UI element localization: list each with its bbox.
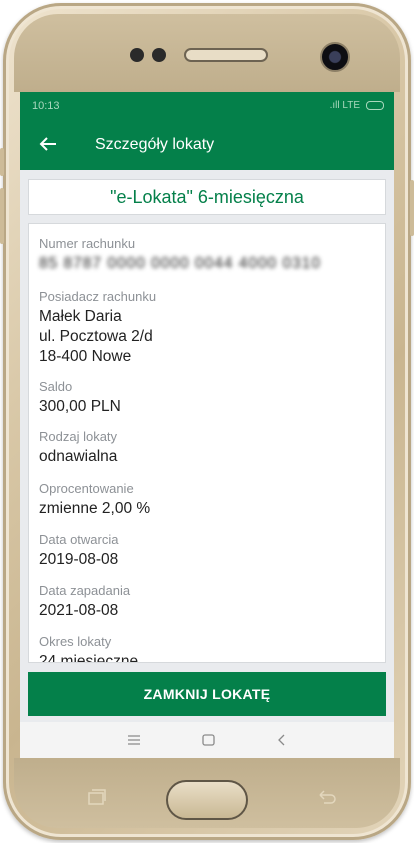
- opening-date-field: Data otwarcia 2019-08-08: [39, 532, 118, 570]
- menu-icon[interactable]: [124, 731, 144, 749]
- account-holder-street: ul. Pocztowa 2/d: [39, 328, 153, 345]
- phone-screen: 10:13 .ıll LTE Szczegóły lokaty "e-Lokat…: [20, 92, 394, 758]
- status-time: 10:13: [32, 100, 60, 112]
- account-holder-city: 18-400 Nowe: [39, 348, 132, 365]
- interest-label: Oprocentowanie: [39, 481, 134, 496]
- opening-date-label: Data otwarcia: [39, 532, 119, 547]
- square-icon[interactable]: [198, 731, 218, 749]
- deposit-details-panel[interactable]: Numer rachunku 85 8787 0000 0000 0044 40…: [28, 223, 386, 663]
- account-number-field: Numer rachunku 85 8787 0000 0000 0044 40…: [39, 236, 321, 274]
- chevron-left-icon[interactable]: [272, 731, 292, 749]
- opening-date-value: 2019-08-08: [39, 551, 119, 568]
- interest-field: Oprocentowanie zmienne 2,00 %: [39, 481, 150, 519]
- battery-icon: [366, 101, 384, 110]
- deposit-period-label: Okres lokaty: [39, 634, 112, 649]
- deposit-name: "e-Lokata" 6-miesięczna: [110, 187, 304, 207]
- recent-apps-key-icon[interactable]: [86, 788, 108, 808]
- account-holder-field: Posiadacz rachunku Małek Daria ul. Poczt…: [39, 289, 156, 367]
- volume-rocker: [0, 188, 4, 244]
- phone-top-bezel: [14, 14, 400, 92]
- deposit-period-value: 24 miesięczne: [39, 653, 139, 663]
- deposit-type-field: Rodzaj lokaty odnawialna: [39, 429, 117, 467]
- maturity-date-value: 2021-08-08: [39, 602, 119, 619]
- front-camera-icon: [320, 42, 350, 72]
- deposit-type-label: Rodzaj lokaty: [39, 429, 118, 444]
- account-holder-label: Posiadacz rachunku: [39, 289, 157, 304]
- interest-value: zmienne 2,00 %: [39, 500, 151, 517]
- page-title: Szczegóły lokaty: [95, 136, 215, 153]
- back-key-icon[interactable]: [316, 788, 338, 808]
- arrow-left-icon[interactable]: [36, 132, 60, 156]
- account-holder-name: Małek Daria: [39, 308, 122, 325]
- earpiece-speaker: [184, 48, 268, 62]
- status-bar: 10:13 .ıll LTE: [20, 92, 394, 120]
- deposit-name-card: "e-Lokata" 6-miesięczna: [28, 179, 386, 215]
- maturity-date-field: Data zapadania 2021-08-08: [39, 583, 130, 621]
- network-indicator: .ıll LTE: [329, 100, 360, 111]
- balance-label: Saldo: [39, 379, 73, 394]
- maturity-date-label: Data zapadania: [39, 583, 131, 598]
- deposit-type-value: odnawialna: [39, 448, 118, 465]
- home-key[interactable]: [166, 780, 248, 820]
- account-number-label: Numer rachunku: [39, 236, 136, 251]
- account-number-value: 85 8787 0000 0000 0044 4000 0310: [39, 255, 321, 272]
- volume-button: [0, 148, 4, 176]
- balance-field: Saldo 300,00 PLN: [39, 379, 121, 417]
- close-deposit-button[interactable]: ZAMKNIJ LOKATĘ: [28, 672, 386, 716]
- power-button: [410, 180, 414, 236]
- sensors: [130, 48, 166, 62]
- system-nav-bar: [20, 722, 394, 758]
- app-bar: Szczegóły lokaty: [20, 120, 394, 170]
- deposit-period-field: Okres lokaty 24 miesięczne: [39, 634, 139, 663]
- balance-value: 300,00 PLN: [39, 398, 121, 415]
